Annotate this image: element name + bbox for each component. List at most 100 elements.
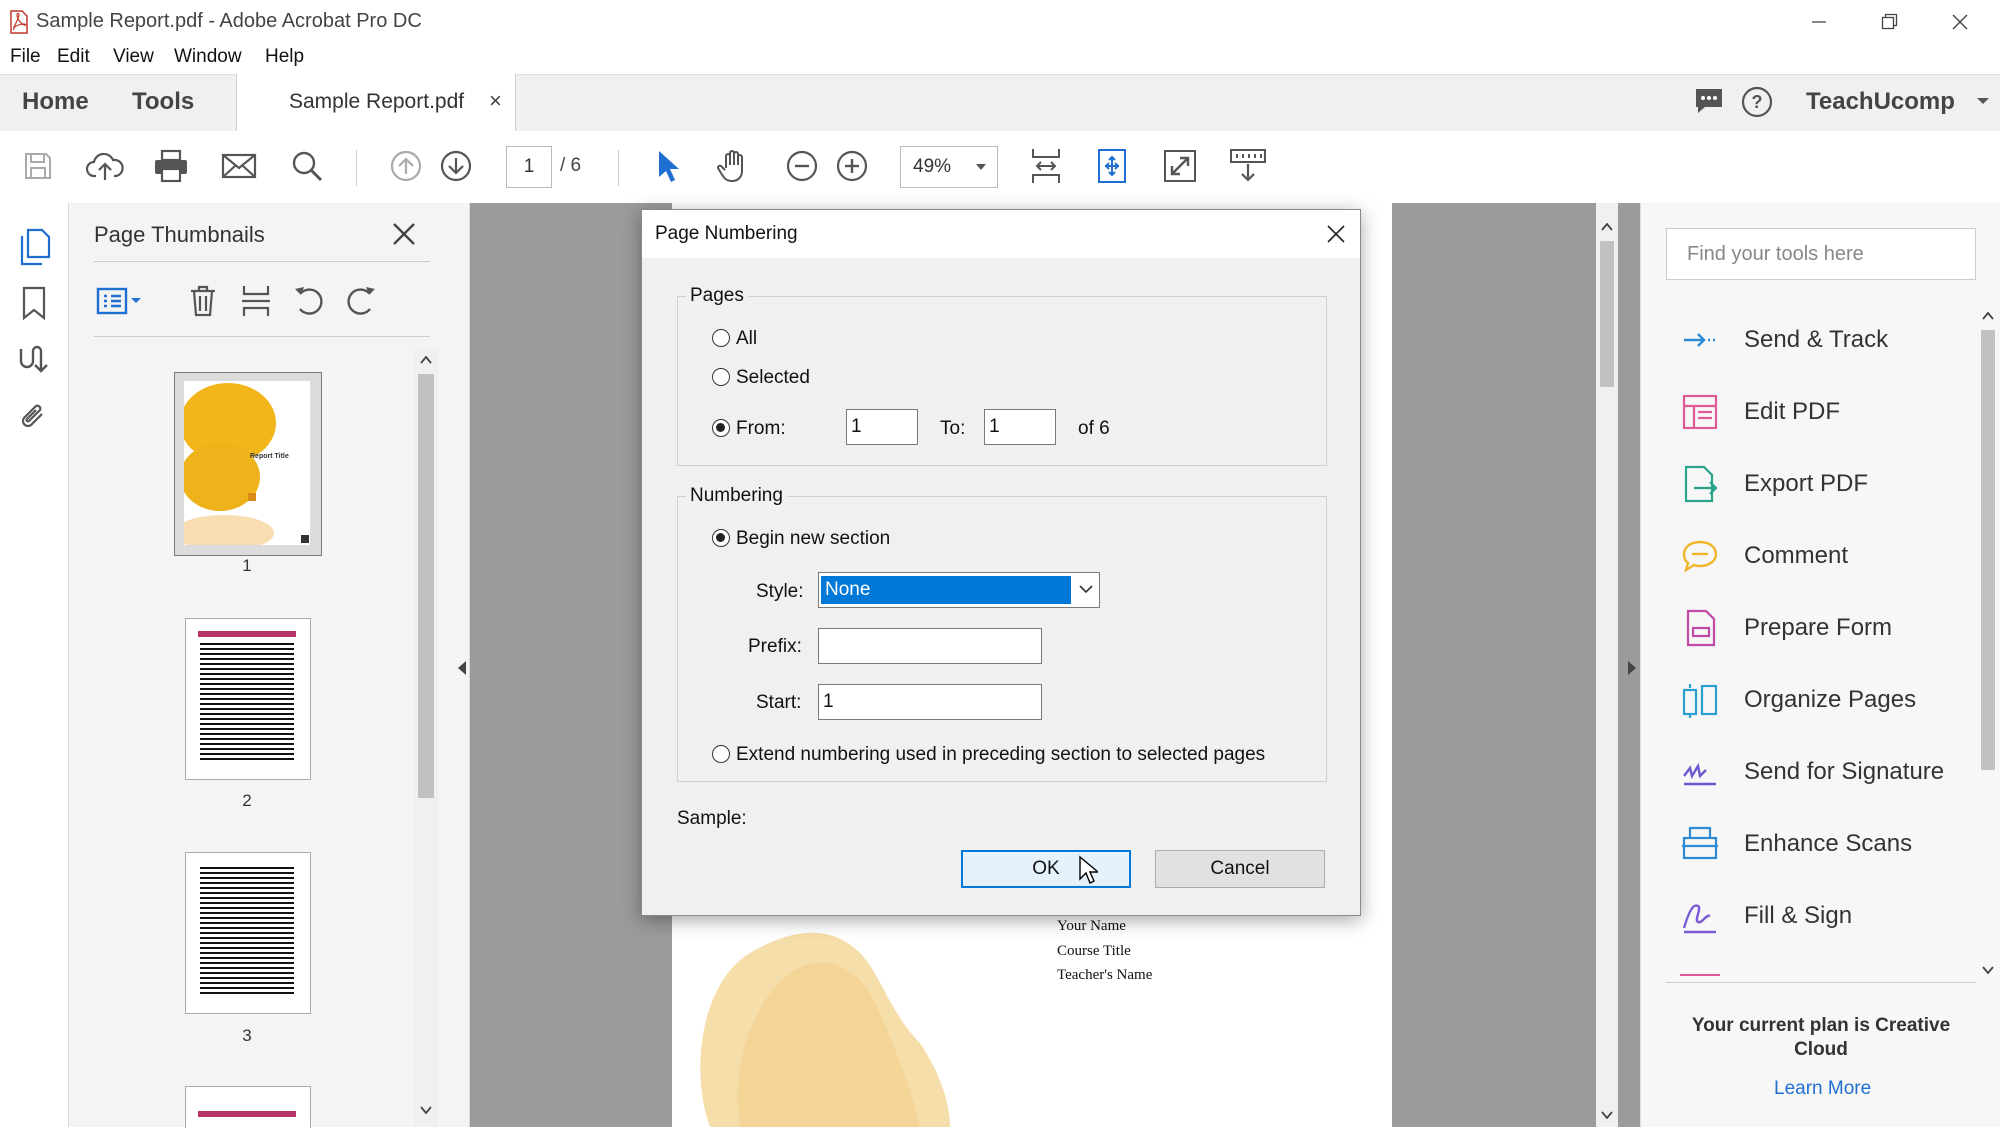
close-tab-icon[interactable]: × [489,88,502,114]
hand-tool-icon[interactable] [712,144,756,188]
rotate-counterclockwise-icon[interactable] [292,285,326,317]
menu-help[interactable]: Help [265,46,304,68]
bookmark-icon[interactable] [20,286,48,320]
thumbnail-text-lines [200,867,294,997]
fit-page-icon[interactable] [1090,144,1134,188]
scrollbar-thumb[interactable] [1981,330,1995,770]
scrolling-mode-icon[interactable] [1024,144,1068,188]
begin-new-section-label: Begin new section [736,528,891,549]
zoom-out-icon[interactable] [780,144,824,188]
collapse-left-panel-icon[interactable] [456,660,468,676]
tool-organize-pages[interactable]: Organize Pages [1680,678,1916,722]
scroll-down-icon[interactable] [1982,966,1994,974]
previous-page-icon[interactable] [384,144,428,188]
radio-all[interactable] [712,329,730,347]
tool-enhance-scans[interactable]: Enhance Scans [1680,822,1912,866]
help-icon[interactable]: ? [1741,86,1773,118]
account-name[interactable]: TeachUcomp [1806,88,1955,116]
to-page-input[interactable]: 1 [984,409,1056,445]
menu-edit[interactable]: Edit [57,46,90,68]
thumbnail-page-1-frame[interactable]: Report Title [174,372,322,556]
close-panel-icon[interactable] [390,220,418,248]
toolbar-divider [618,150,619,186]
radio-from[interactable] [712,419,730,437]
tab-tools[interactable]: Tools [132,88,194,116]
tools-search-field[interactable]: Find your tools here [1666,228,1976,280]
chevron-down-icon[interactable] [1976,96,1990,106]
scroll-down-icon[interactable] [1601,1111,1613,1119]
dialog-close-button[interactable] [1326,224,1346,244]
email-icon[interactable] [217,144,261,188]
insert-pages-icon[interactable] [240,284,272,318]
upload-cloud-icon[interactable] [83,144,127,188]
tools-divider [1666,982,1976,983]
page-thumbnails-icon[interactable] [18,228,52,266]
tool-fill-sign[interactable]: Fill & Sign [1680,894,1852,938]
save-icon[interactable] [16,144,60,188]
menu-window[interactable]: Window [174,46,242,68]
tool-send-for-signature[interactable]: Send for Signature [1680,750,1944,794]
teacher-name: Teacher's Name [1057,967,1153,983]
tool-send-track[interactable]: Send & Track [1680,318,1888,362]
sample-label: Sample: [677,808,747,829]
edit-pdf-icon [1682,394,1718,430]
tools-scrollbar[interactable] [1978,306,1998,982]
rotate-clockwise-icon[interactable] [344,285,378,317]
zoom-level-select[interactable]: 49% [900,146,998,188]
delete-page-icon[interactable] [188,284,218,318]
scrollbar-thumb[interactable] [1600,241,1614,387]
learn-more-link[interactable]: Learn More [1774,1078,1871,1100]
scroll-up-icon[interactable] [420,356,432,364]
prefix-input[interactable] [818,628,1042,664]
zoom-in-icon[interactable] [830,144,874,188]
next-page-icon[interactable] [434,144,478,188]
expand-right-panel-icon[interactable] [1626,660,1638,676]
radio-extend-numbering[interactable] [712,745,730,763]
scrollbar-thumb[interactable] [418,374,434,798]
start-input[interactable]: 1 [818,684,1042,720]
panel-divider [94,261,430,262]
thumbnails-scrollbar[interactable] [414,348,438,1127]
radio-selected[interactable] [712,368,730,386]
print-icon[interactable] [149,144,193,188]
radio-begin-new-section[interactable] [712,529,730,547]
select-pointer-icon[interactable] [646,144,690,188]
tool-comment[interactable]: Comment [1680,534,1848,578]
tool-prepare-form[interactable]: Prepare Form [1680,606,1892,650]
thumbnail-page-3[interactable] [185,852,311,1014]
read-mode-icon[interactable] [1226,144,1270,188]
tool-label: Enhance Scans [1744,830,1913,857]
page-number-input[interactable]: 1 [506,146,552,188]
restore-button[interactable] [1870,6,1910,38]
scroll-up-icon[interactable] [1982,312,1994,320]
thumbnails-panel-title: Page Thumbnails [94,222,265,247]
from-page-input[interactable]: 1 [846,409,918,445]
course-title: Course Title [1057,942,1131,959]
menu-file[interactable]: File [10,46,41,68]
tab-document[interactable]: Sample Report.pdf × [236,74,516,131]
tool-edit-pdf[interactable]: Edit PDF [1680,390,1840,434]
document-scrollbar[interactable] [1596,203,1618,1127]
butterfly-image [184,383,276,545]
close-window-button[interactable] [1940,6,1980,38]
thumbnail-page-4[interactable] [185,1086,311,1128]
scroll-up-icon[interactable] [1601,223,1613,231]
ok-button[interactable]: OK [961,850,1131,888]
chevron-down-icon [1079,585,1093,594]
thumbnail-options-icon[interactable] [96,286,144,316]
style-select[interactable]: None [818,572,1100,608]
search-icon[interactable] [285,144,329,188]
signature-icon[interactable] [17,345,51,377]
thumbnail-page-2[interactable] [185,618,311,780]
menu-view[interactable]: View [113,46,154,68]
cancel-button[interactable]: Cancel [1155,850,1325,888]
tab-home[interactable]: Home [22,88,89,116]
numbering-group-label: Numbering [686,485,787,507]
minimize-button[interactable] [1799,6,1839,38]
full-screen-icon[interactable] [1158,144,1202,188]
chat-icon[interactable] [1693,86,1725,116]
scroll-down-icon[interactable] [420,1106,432,1114]
tool-export-pdf[interactable]: Export PDF [1680,462,1868,506]
thumbnail-corner-handle [301,535,309,543]
attachment-icon[interactable] [16,400,50,434]
